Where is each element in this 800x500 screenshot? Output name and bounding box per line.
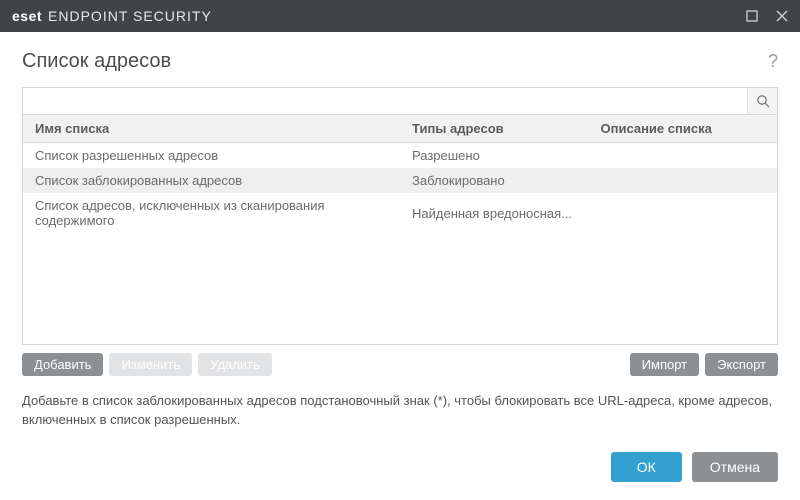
maximize-icon[interactable] [746, 10, 758, 22]
table-cell-type: Разрешено [400, 143, 589, 169]
search-bar [22, 87, 778, 115]
search-button[interactable] [747, 88, 777, 114]
col-header-desc[interactable]: Описание списка [589, 115, 778, 143]
content: Список адресов ? Имя списка Типы адресов… [0, 32, 800, 500]
address-list-table: Имя списка Типы адресов Описание списка … [22, 115, 778, 345]
import-button[interactable]: Импорт [630, 353, 699, 376]
table-row[interactable]: Список разрешенных адресовРазрешено [23, 143, 777, 169]
page-title: Список адресов [22, 50, 171, 73]
table-cell-desc [589, 143, 778, 169]
table-row[interactable]: Список адресов, исключенных из сканирова… [23, 193, 777, 233]
window-controls [746, 10, 788, 22]
ok-button[interactable]: ОК [611, 452, 682, 482]
table-header-row: Имя списка Типы адресов Описание списка [23, 115, 777, 143]
brand: eset ENDPOINT SECURITY [12, 8, 212, 24]
add-button[interactable]: Добавить [22, 353, 103, 376]
search-input[interactable] [23, 94, 747, 109]
table-cell-desc [589, 168, 778, 193]
export-button[interactable]: Экспорт [705, 353, 778, 376]
table-cell-type: Заблокировано [400, 168, 589, 193]
brand-eset: eset [12, 8, 42, 24]
titlebar: eset ENDPOINT SECURITY [0, 0, 800, 32]
close-icon[interactable] [776, 10, 788, 22]
table-cell-name: Список заблокированных адресов [23, 168, 400, 193]
col-header-type[interactable]: Типы адресов [400, 115, 589, 143]
brand-product: ENDPOINT SECURITY [48, 8, 212, 24]
footer: ОК Отмена [22, 436, 778, 500]
table-cell-name: Список адресов, исключенных из сканирова… [23, 193, 400, 233]
table-cell-name: Список разрешенных адресов [23, 143, 400, 169]
help-icon[interactable]: ? [768, 51, 778, 72]
table-cell-desc [589, 193, 778, 233]
search-icon [756, 94, 770, 108]
edit-button[interactable]: Изменить [109, 353, 192, 376]
cancel-button[interactable]: Отмена [692, 452, 778, 482]
table-cell-type: Найденная вредоносная... [400, 193, 589, 233]
table-row[interactable]: Список заблокированных адресовЗаблокиров… [23, 168, 777, 193]
hint-text: Добавьте в список заблокированных адресо… [22, 392, 778, 430]
header-row: Список адресов ? [22, 50, 778, 73]
col-header-name[interactable]: Имя списка [23, 115, 400, 143]
toolbar: Добавить Изменить Удалить Импорт Экспорт [22, 353, 778, 376]
delete-button[interactable]: Удалить [198, 353, 272, 376]
